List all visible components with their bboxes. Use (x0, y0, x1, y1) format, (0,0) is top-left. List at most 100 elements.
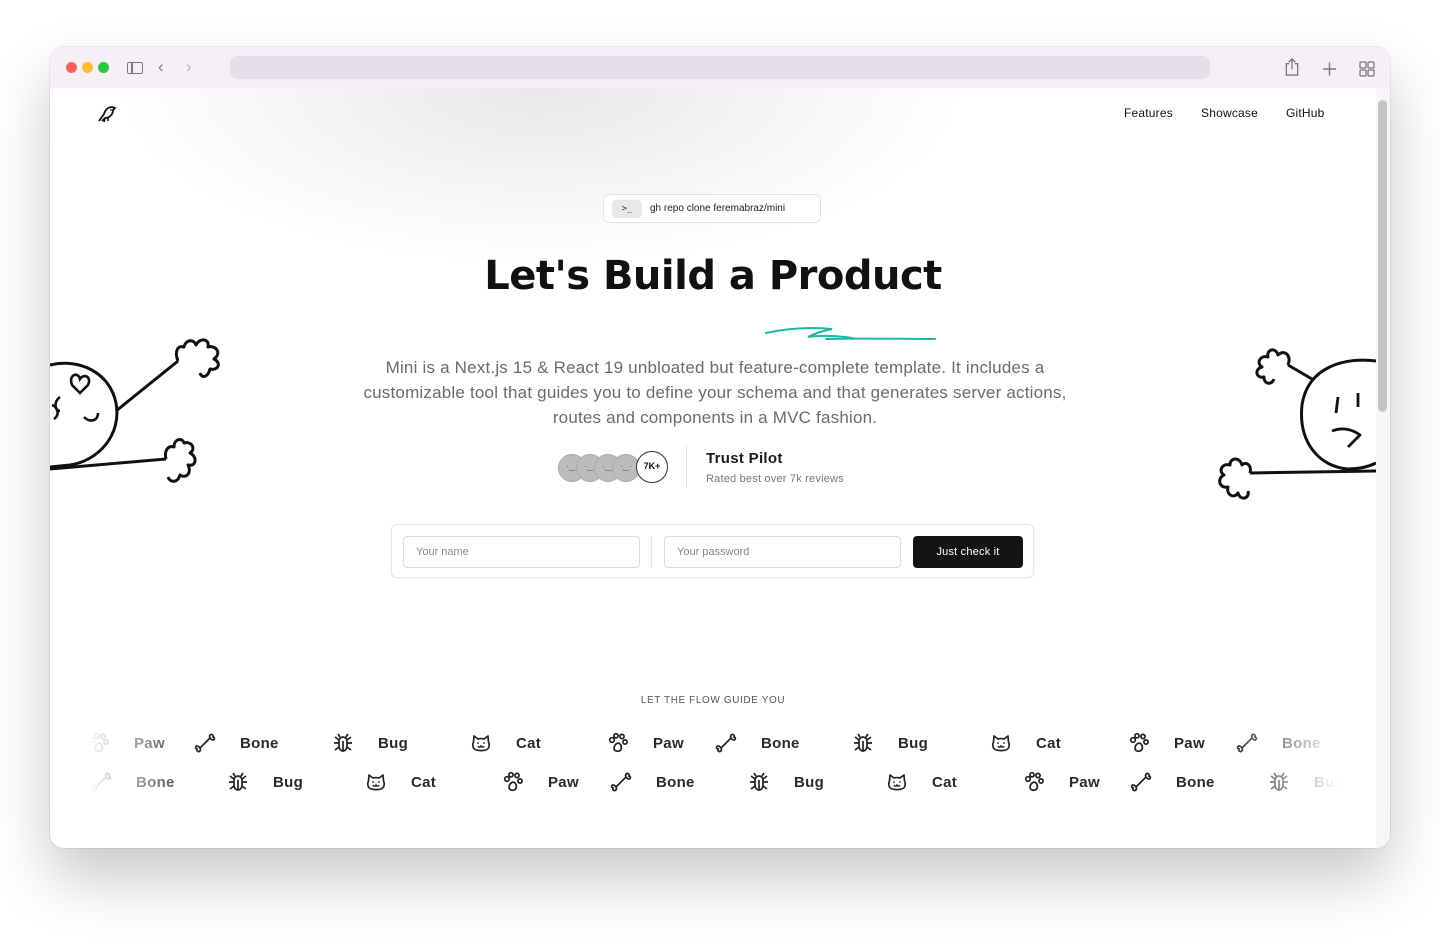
address-bar[interactable] (230, 56, 1210, 79)
cat-icon (470, 732, 504, 754)
page-content: Features Showcase GitHub >_ gh repo clon… (50, 88, 1390, 848)
flow-item: Cat (470, 732, 541, 754)
flow-item-label: Paw (134, 734, 165, 752)
flow-item: Paw (1023, 771, 1100, 793)
flow-item-label: Cat (932, 773, 958, 791)
trust-title: Trust Pilot (706, 450, 783, 467)
flow-item: Paw (502, 771, 579, 793)
flow-item-label: Cat (516, 734, 542, 752)
paw-icon (502, 771, 536, 793)
flow-item: Bone (610, 771, 695, 793)
right-hugging-doodle (1218, 348, 1377, 500)
flow-item: Bug (1268, 771, 1344, 793)
browser-window: ‹ › Features Showcase GitHub >_ gh repo … (50, 47, 1390, 848)
hero-title-highlight: Product (768, 253, 942, 299)
nav-github-link[interactable]: GitHub (1286, 106, 1325, 120)
name-input[interactable] (403, 536, 640, 568)
flow-item: Cat (886, 771, 957, 793)
maximize-window-button[interactable] (98, 62, 109, 73)
paw-icon (88, 732, 122, 754)
paw-icon (1023, 771, 1057, 793)
signup-form: Just check it (391, 524, 1034, 578)
flow-item: Bug (748, 771, 824, 793)
form-divider (651, 536, 652, 568)
close-window-button[interactable] (66, 62, 77, 73)
bug-icon (227, 771, 261, 793)
flow-item-label: Bone (1176, 773, 1215, 791)
flow-item: Bone (1236, 732, 1321, 754)
flow-item-label: Bone (656, 773, 695, 791)
submit-button[interactable]: Just check it (913, 536, 1023, 568)
flow-item-label: Paw (548, 773, 579, 791)
hero-title-prefix: Let's Build a (484, 253, 769, 299)
reviewer-avatars: ·‿· ·‿· ·‿· ·‿· 7K+ (558, 451, 678, 483)
flow-item: Cat (365, 771, 436, 793)
flow-item-label: Cat (1036, 734, 1062, 752)
minimize-window-button[interactable] (82, 62, 93, 73)
flow-item-label: Bug (794, 773, 825, 791)
password-input[interactable] (664, 536, 901, 568)
share-icon[interactable] (1284, 58, 1300, 76)
hero-title: Let's Build a Product (50, 253, 1376, 299)
bird-logo-icon[interactable] (96, 104, 118, 124)
tab-overview-icon[interactable] (1359, 60, 1375, 78)
flow-item-label: Bug (273, 773, 304, 791)
flow-item-label: Bone (1282, 734, 1321, 752)
paw-icon (1128, 732, 1162, 754)
flow-item: Bone (1130, 771, 1215, 793)
flow-item: Bone (194, 732, 279, 754)
sidebar-toggle-icon[interactable] (127, 62, 143, 74)
flow-item-label: Paw (1174, 734, 1205, 752)
cat-icon (990, 732, 1024, 754)
nav-showcase-link[interactable]: Showcase (1201, 106, 1258, 120)
flow-item-label: Paw (653, 734, 684, 752)
bone-icon (1130, 771, 1164, 793)
flow-item: Paw (607, 732, 684, 754)
flow-item-label: Bone (240, 734, 279, 752)
flow-item: Bone (715, 732, 800, 754)
cat-icon (365, 771, 399, 793)
terminal-icon: >_ (612, 199, 642, 218)
flow-item: Bone (90, 771, 175, 793)
flow-item: Paw (88, 732, 165, 754)
trust-subtitle: Rated best over 7k reviews (706, 473, 844, 485)
title-scribble-underline (765, 327, 936, 340)
flow-item: Bug (227, 771, 303, 793)
flow-item: Bug (852, 732, 928, 754)
flow-item-label: Cat (411, 773, 437, 791)
review-count-badge: 7K+ (636, 451, 668, 483)
flow-item: Paw (1128, 732, 1205, 754)
bone-icon (1236, 732, 1270, 754)
trust-divider (686, 446, 687, 488)
flow-item-label: Bone (761, 734, 800, 752)
bone-icon (715, 732, 749, 754)
flow-item: Bug (332, 732, 408, 754)
new-tab-icon[interactable] (1322, 60, 1337, 78)
bug-icon (332, 732, 366, 754)
scrollbar-thumb[interactable] (1378, 100, 1387, 412)
flow-item-label: Bug (898, 734, 929, 752)
forward-icon[interactable]: › (186, 58, 192, 76)
page-scrollbar[interactable] (1376, 88, 1390, 848)
flow-section-label: LET THE FLOW GUIDE YOU (640, 695, 786, 706)
cat-icon (886, 771, 920, 793)
flow-item-label: Bug (1314, 773, 1345, 791)
clone-command-text: gh repo clone feremabraz/mini (650, 203, 786, 214)
background-glow (110, 88, 970, 268)
hero-description: Mini is a Next.js 15 & React 19 unbloate… (363, 358, 1067, 427)
paw-icon (607, 732, 641, 754)
flow-marquee-row-2: Bone Bug Cat Paw Bone Bug Cat Paw Bone Bug (50, 771, 1376, 795)
browser-titlebar: ‹ › (50, 47, 1390, 89)
bone-icon (610, 771, 644, 793)
bug-icon (748, 771, 782, 793)
flow-marquee-row-1: Paw Bone Bug Cat Paw Bone Bug Cat Paw Bone (50, 732, 1376, 756)
flow-item-label: Bone (136, 773, 175, 791)
flow-item: Cat (990, 732, 1061, 754)
nav-features-link[interactable]: Features (1124, 106, 1173, 120)
bone-icon (194, 732, 228, 754)
clone-command-chip[interactable]: >_ gh repo clone feremabraz/mini (603, 194, 821, 223)
bug-icon (852, 732, 886, 754)
back-icon[interactable]: ‹ (158, 58, 164, 76)
flow-item-label: Paw (1069, 773, 1100, 791)
bone-icon (90, 771, 124, 793)
